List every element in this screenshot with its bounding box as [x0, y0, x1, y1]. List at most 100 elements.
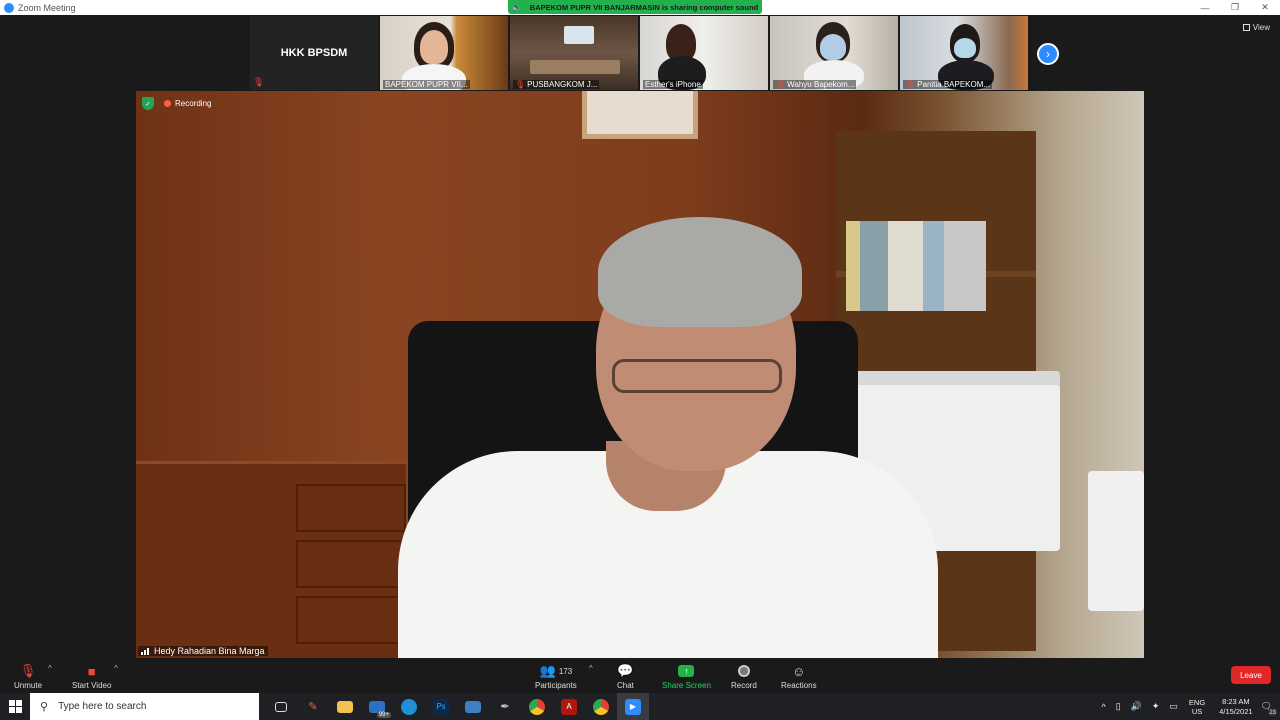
- clock[interactable]: 8:23 AM 4/15/2021: [1219, 697, 1252, 717]
- chat-label: Chat: [617, 681, 634, 690]
- speaker-hair: [598, 217, 802, 327]
- participant-label: Esther's iPhone: [643, 80, 703, 89]
- audio-options-caret[interactable]: ^: [48, 664, 52, 673]
- zoom-window: Zoom Meeting — ❐ ✕ View HKK BPSDM 🎙 BAPE…: [0, 0, 1280, 720]
- show-hidden-icons-chevron-icon[interactable]: ^: [1101, 702, 1105, 712]
- taskbar-app[interactable]: A: [553, 693, 585, 720]
- windows-logo-icon: [8, 700, 22, 713]
- record-button[interactable]: Record: [731, 662, 757, 690]
- reactions-button[interactable]: ☺ Reactions: [781, 662, 817, 691]
- video-options-caret[interactable]: ^: [114, 664, 118, 673]
- unmute-label: Unmute: [14, 681, 43, 690]
- unmute-button[interactable]: 🎙 Unmute: [14, 662, 42, 690]
- chat-button[interactable]: 💬 Chat: [617, 662, 634, 690]
- start-button[interactable]: [0, 693, 30, 720]
- sharing-sound-text: BAPEKOM PUPR VII BANJARMASIN is sharing …: [529, 2, 759, 12]
- record-label: Record: [731, 681, 757, 690]
- participant-label: BAPEKOM PUPR VII...: [383, 80, 470, 89]
- taskbar-app[interactable]: 99+: [361, 693, 393, 720]
- mic-muted-icon: 🎙: [775, 80, 786, 89]
- window-controls: — ❐ ✕: [1190, 0, 1280, 15]
- mail-icon: [369, 700, 385, 713]
- wall-frame: [582, 91, 698, 139]
- next-page-button[interactable]: ›: [1037, 43, 1059, 65]
- chevron-right-icon: ›: [1046, 47, 1050, 61]
- participant-tile[interactable]: Esther's iPhone: [640, 16, 768, 90]
- participants-options-caret[interactable]: ^: [589, 664, 593, 673]
- taskbar-app[interactable]: [393, 693, 425, 720]
- participant-tile[interactable]: HKK BPSDM 🎙: [250, 16, 378, 90]
- smiley-icon: ☺: [792, 663, 806, 679]
- video-off-icon: ■: [87, 663, 96, 679]
- participants-icon: 👥 173: [539, 663, 573, 678]
- taskbar-app[interactable]: ✎: [297, 693, 329, 720]
- speaker-icon: 🔈: [511, 2, 522, 12]
- mail-badge: 99+: [376, 712, 391, 718]
- sharing-sound-banner[interactable]: 🔈 BAPEKOM PUPR VII BANJARMASIN is sharin…: [508, 0, 762, 14]
- active-speaker-label: Hedy Rahadian Bina Marga: [138, 646, 268, 656]
- zoom-icon: ▶: [625, 698, 641, 715]
- battery-icon[interactable]: ▯: [1116, 701, 1121, 712]
- file-explorer-icon: [337, 700, 353, 713]
- shield-icon: ✓: [142, 97, 154, 110]
- participant-label: 🎙 Wahyu Bapekom...: [773, 80, 857, 89]
- pen-icon: ✎: [308, 701, 318, 713]
- participant-tile[interactable]: 🎙 Wahyu Bapekom...: [770, 16, 898, 90]
- share-screen-label: Share Screen: [662, 681, 711, 690]
- participant-tile[interactable]: 🎙 Panitia BAPEKOM...: [900, 16, 1028, 90]
- notification-center-button[interactable]: 🗨 23: [1261, 701, 1277, 716]
- participant-name: Panitia BAPEKOM...: [917, 80, 991, 89]
- participants-button[interactable]: 👥 173 Participants: [535, 662, 577, 690]
- leave-button[interactable]: Leave: [1231, 666, 1271, 684]
- taskbar-app[interactable]: [457, 693, 489, 720]
- record-dot-icon: [164, 100, 171, 107]
- minimize-button[interactable]: —: [1190, 0, 1220, 15]
- task-view-icon: [275, 701, 287, 712]
- window-title: Zoom Meeting: [18, 2, 76, 13]
- input-language[interactable]: ENG US: [1189, 698, 1205, 716]
- windows-taskbar: ⚲ Type here to search ✎ 99+ Ps ✒ A ▶ ^ ▯…: [0, 693, 1280, 720]
- participant-tile[interactable]: 🎙 PUSBANGKOM J...: [510, 16, 638, 90]
- recording-indicator[interactable]: ✓ Recording: [142, 97, 211, 110]
- participant-name: Wahyu Bapekom...: [787, 80, 855, 89]
- taskbar-app-zoom[interactable]: ▶: [617, 693, 649, 720]
- acrobat-icon: A: [561, 698, 577, 715]
- taskbar-app[interactable]: ✒: [489, 693, 521, 720]
- taskbar-app[interactable]: [329, 693, 361, 720]
- stylus-icon: ✒: [500, 701, 510, 713]
- taskbar-apps: ✎ 99+ Ps ✒ A ▶: [265, 693, 649, 720]
- participant-name: HKK BPSDM: [280, 47, 348, 59]
- participant-tile[interactable]: BAPEKOM PUPR VII...: [380, 16, 508, 90]
- close-button[interactable]: ✕: [1250, 0, 1280, 15]
- clock-time: 8:23 AM: [1222, 696, 1250, 706]
- taskbar-app[interactable]: Ps: [425, 693, 457, 720]
- taskbar-app[interactable]: [521, 693, 553, 720]
- taskbar-app[interactable]: [585, 693, 617, 720]
- system-tray: ^ ▯ 🔊 ✦ ▭ ENG US 8:23 AM 4/15/2021 🗨 23: [1096, 693, 1280, 720]
- task-view-button[interactable]: [265, 693, 297, 720]
- dropbox-icon[interactable]: ✦: [1152, 701, 1160, 712]
- participant-name: Esther's iPhone: [645, 80, 701, 89]
- clock-date: 4/15/2021: [1219, 706, 1253, 716]
- search-placeholder: Type here to search: [58, 701, 147, 712]
- cabinet: [136, 461, 406, 658]
- edge-icon: [401, 698, 417, 715]
- remote-desktop-icon: [465, 700, 481, 713]
- volume-icon[interactable]: 🔊: [1131, 701, 1142, 712]
- record-icon: [737, 665, 750, 677]
- active-speaker-video: ✓ Recording Hedy Rahadian Bina Marga: [136, 91, 1144, 658]
- share-screen-button[interactable]: ↑ Share Screen: [662, 662, 711, 690]
- taskbar-search[interactable]: ⚲ Type here to search: [30, 693, 259, 720]
- books: [846, 221, 986, 311]
- photoshop-icon: Ps: [433, 698, 449, 715]
- meeting-toolbar: 🎙 Unmute ^ ■ Start Video ^ 👥 173 Particip…: [0, 660, 1280, 693]
- start-video-button[interactable]: ■ Start Video: [72, 662, 111, 691]
- speaker-glasses: [612, 359, 782, 393]
- participant-thumbnail-strip: HKK BPSDM 🎙 BAPEKOM PUPR VII... 🎙 PUSBANG…: [250, 16, 1030, 90]
- recording-label: Recording: [175, 99, 212, 108]
- maximize-button[interactable]: ❐: [1220, 0, 1250, 15]
- participants-label: Participants: [535, 681, 577, 690]
- view-button[interactable]: View: [1242, 23, 1270, 32]
- network-icon[interactable]: ▭: [1169, 701, 1178, 712]
- search-icon: ⚲: [40, 701, 49, 713]
